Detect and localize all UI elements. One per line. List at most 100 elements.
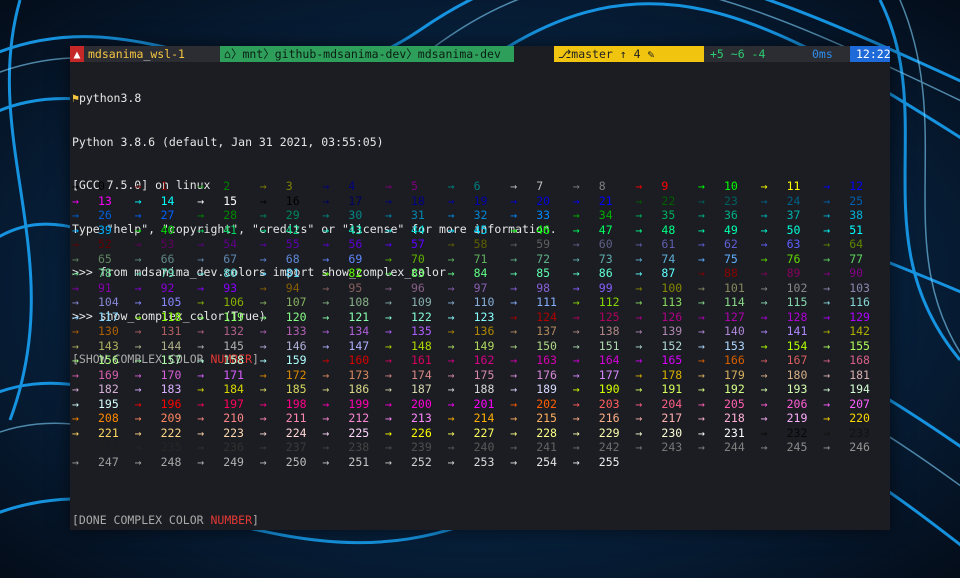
color-number: 16 [285, 193, 300, 208]
arrow-icon: → [72, 222, 79, 237]
color-number: 38 [849, 208, 864, 222]
arrow-icon: → [322, 309, 330, 324]
color-number: 124 [536, 309, 557, 324]
color-number: 11 [786, 179, 801, 193]
arrow-icon: → [698, 222, 705, 237]
color-cell: → 254 [510, 455, 572, 469]
arrow-icon: → [197, 251, 205, 266]
color-cell: → 69 [322, 252, 384, 266]
color-cell: → 233 [823, 426, 885, 440]
color-cell: → 170 [135, 368, 197, 382]
color-cell: → 66 [135, 252, 197, 266]
color-cell: → 88 [698, 266, 760, 280]
arrow-icon: → [698, 193, 705, 208]
arrow-icon: → [823, 411, 831, 425]
clock-time: 12:22:40 [850, 46, 890, 62]
arrow-icon: → [447, 179, 455, 193]
color-number: 204 [661, 396, 683, 411]
color-cell: → 185 [260, 382, 322, 396]
arrow-icon: → [760, 295, 768, 309]
terminal-window[interactable]: ▲ mdsanima_wsl-1 ⌂〉mnt〉github-mdsanima-d… [70, 46, 890, 530]
arrow-icon: → [134, 237, 142, 251]
color-number: 55 [285, 237, 300, 251]
arrow-icon: → [197, 353, 205, 367]
color-number: 201 [473, 396, 495, 411]
color-cell: → 196 [135, 397, 197, 411]
arrow-icon: → [510, 266, 518, 280]
arrow-icon: → [447, 280, 455, 295]
arrow-icon: → [760, 411, 768, 425]
arrow-icon: → [572, 237, 580, 251]
color-number: 164 [598, 353, 620, 367]
color-number: 25 [849, 193, 864, 208]
color-cell: → 246 [823, 440, 885, 454]
color-number: 234 [98, 440, 119, 454]
arrow-icon: → [259, 309, 267, 324]
color-cell: → 123 [448, 310, 510, 324]
color-number: 8 [598, 179, 606, 193]
color-cell: → 142 [823, 324, 885, 338]
arrow-icon: → [385, 193, 392, 208]
color-cell: → 149 [448, 339, 510, 353]
arrow-icon: → [823, 396, 831, 411]
color-cell: → 173 [322, 368, 384, 382]
color-cell: → 119 [197, 310, 259, 324]
arrow-icon: → [510, 193, 518, 208]
color-cell: → 141 [761, 324, 823, 338]
arrow-icon: → [322, 324, 330, 338]
color-number: 206 [786, 396, 808, 411]
color-number: 150 [536, 338, 557, 353]
color-number: 144 [160, 338, 182, 353]
color-cell: → 122 [385, 310, 447, 324]
arrow-icon: → [760, 208, 768, 222]
arrow-icon: → [322, 222, 330, 237]
color-cell: → 16 [260, 194, 322, 208]
color-number: 251 [348, 454, 370, 469]
color-number: 29 [285, 208, 300, 222]
color-number: 99 [598, 280, 613, 295]
arrow-icon: → [197, 425, 205, 440]
color-cell: → 97 [448, 281, 510, 295]
color-cell: → 140 [698, 324, 760, 338]
arrow-icon: → [510, 179, 518, 193]
color-number: 166 [724, 353, 745, 367]
color-cell: → 46 [510, 223, 572, 237]
color-number: 182 [98, 382, 119, 396]
color-cell: → 105 [135, 295, 197, 309]
arrow-icon: → [72, 353, 79, 367]
color-cell: → 158 [197, 353, 259, 367]
color-cell: → 109 [385, 295, 447, 309]
color-number: 187 [411, 382, 432, 396]
color-number: 114 [724, 295, 745, 309]
color-cell: → 226 [385, 426, 447, 440]
color-cell: → 146 [260, 339, 322, 353]
arrow-icon: → [447, 251, 455, 266]
arrow-icon: → [510, 222, 518, 237]
color-cell: → 114 [698, 295, 760, 309]
color-number: 112 [598, 295, 620, 309]
color-number: 47 [598, 222, 613, 237]
color-cell: → 126 [635, 310, 697, 324]
color-cell: → 239 [385, 440, 447, 454]
color-cell: → 21 [573, 194, 635, 208]
arrow-icon: → [134, 396, 142, 411]
color-cell: → 45 [448, 223, 510, 237]
color-number: 141 [786, 324, 808, 338]
color-cell: → 223 [197, 426, 259, 440]
color-number: 191 [661, 382, 683, 396]
color-cell: → 92 [135, 281, 197, 295]
color-number: 240 [473, 440, 495, 454]
color-number: 56 [348, 237, 363, 251]
arrow-icon: → [698, 208, 705, 222]
color-number: 238 [348, 440, 370, 454]
color-cell: → 11 [761, 179, 823, 193]
arrow-icon: → [698, 353, 705, 367]
color-number: 22 [661, 193, 676, 208]
color-cell: → 155 [823, 339, 885, 353]
color-number: 98 [536, 280, 551, 295]
color-number: 118 [160, 309, 182, 324]
arrow-icon: → [447, 222, 455, 237]
arrow-icon: → [572, 367, 580, 382]
arrow-icon: → [259, 324, 267, 338]
arrow-icon: → [72, 425, 79, 440]
